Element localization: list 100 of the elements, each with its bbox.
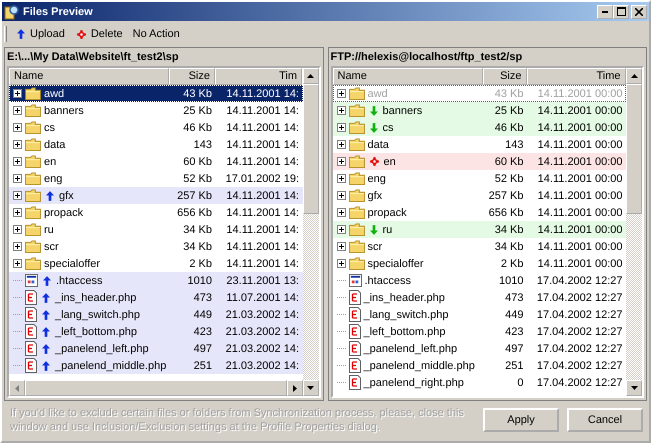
expand-icon[interactable]: [336, 208, 346, 217]
file-size: 46 Kb: [183, 122, 212, 134]
expand-icon[interactable]: [13, 89, 22, 98]
file-row[interactable]: _ins_header.php 473 17.04.2002 12:27: [332, 289, 626, 306]
toolbar-button[interactable]: No Action: [128, 26, 184, 42]
scroll-up-button[interactable]: [626, 68, 642, 84]
scroll-down-button[interactable]: [302, 380, 318, 396]
file-row[interactable]: awd 43 Kb 14.11.2001 14:: [9, 85, 302, 102]
file-row[interactable]: .htaccess 1010 23.11.2001 13:: [9, 272, 302, 289]
file-row[interactable]: scr 34 Kb 14.11.2001 00:00: [332, 238, 626, 255]
file-time: 17.04.2002 12:27: [536, 274, 622, 286]
expand-icon[interactable]: [336, 225, 346, 234]
file-row[interactable]: _panelend_left.php 497 21.03.2002 14:: [9, 340, 302, 357]
file-row[interactable]: _left_bottom.php 423 21.03.2002 14:: [9, 323, 302, 340]
expand-icon[interactable]: [336, 106, 346, 115]
file-row[interactable]: propack 656 Kb 14.11.2001 00:00: [332, 204, 626, 221]
expand-icon[interactable]: [13, 123, 22, 132]
file-size: 251: [194, 360, 212, 372]
scroll-thumb[interactable]: [302, 84, 318, 214]
file-row[interactable]: en 60 Kb 14.11.2001 00:00: [332, 153, 626, 170]
file-row[interactable]: cs 46 Kb 14.11.2001 14:: [9, 119, 302, 136]
column-header[interactable]: Time: [526, 68, 626, 85]
folder-icon: [25, 138, 41, 151]
file-row[interactable]: _panelend_left.php 497 17.04.2002 12:27: [332, 340, 626, 357]
file-name: _ins_header.php: [364, 292, 445, 304]
file-row[interactable]: _panelend_middle.php 251 21.03.2002 14:: [9, 357, 302, 374]
expand-icon[interactable]: [336, 259, 346, 268]
expand-icon[interactable]: [336, 140, 346, 149]
column-header[interactable]: Name: [332, 68, 482, 85]
file-name: _ins_header.php: [55, 292, 136, 304]
file-row[interactable]: data 143 14.11.2001 14:: [9, 136, 302, 153]
file-row[interactable]: data 143 14.11.2001 00:00: [332, 136, 626, 153]
expand-icon[interactable]: [13, 157, 22, 166]
expand-icon[interactable]: [336, 157, 346, 166]
file-row[interactable]: gfx 257 Kb 14.11.2001 00:00: [332, 187, 626, 204]
file-row[interactable]: eng 52 Kb 14.11.2001 00:00: [332, 170, 626, 187]
file-row[interactable]: specialoffer 2 Kb 14.11.2001 00:00: [332, 255, 626, 272]
file-row[interactable]: _lang_switch.php 449 17.04.2002 12:27: [332, 306, 626, 323]
file-row[interactable]: ru 34 Kb 14.11.2001 14:: [9, 221, 302, 238]
scroll-down-button[interactable]: [626, 380, 642, 396]
expand-icon[interactable]: [13, 140, 22, 149]
expand-icon[interactable]: [336, 174, 346, 183]
file-size: 656 Kb: [177, 206, 212, 218]
file-row[interactable]: en 60 Kb 14.11.2001 14:: [9, 153, 302, 170]
php-file-icon: [25, 341, 37, 356]
folder-icon: [25, 257, 41, 270]
file-size: 143: [505, 138, 524, 150]
file-row[interactable]: ru 34 Kb 14.11.2001 00:00: [332, 221, 626, 238]
expand-icon[interactable]: [13, 242, 22, 251]
file-row[interactable]: banners 25 Kb 14.11.2001 00:00: [332, 102, 626, 119]
folder-icon: [348, 121, 364, 134]
file-row[interactable]: .htaccess 1010 17.04.2002 12:27: [332, 272, 626, 289]
expand-icon[interactable]: [336, 191, 346, 200]
file-row[interactable]: banners 25 Kb 14.11.2001 14:: [9, 102, 302, 119]
file-row[interactable]: _lang_switch.php 449 21.03.2002 14:: [9, 306, 302, 323]
expand-icon[interactable]: [336, 123, 346, 132]
file-row[interactable]: _left_bottom.php 423 17.04.2002 12:27: [332, 323, 626, 340]
scroll-right-button[interactable]: [286, 380, 302, 396]
column-header[interactable]: Name: [9, 68, 169, 85]
file-row[interactable]: _panelend_right.php 0 17.04.2002 12:27: [332, 374, 626, 391]
file-row[interactable]: _ins_header.php 473 11.07.2001 14:: [9, 289, 302, 306]
file-size: 25 Kb: [183, 104, 212, 116]
column-header[interactable]: Tim: [215, 68, 302, 85]
toolbar-button[interactable]: Upload: [11, 26, 69, 42]
php-file-icon: [25, 324, 37, 339]
file-row[interactable]: eng 52 Kb 17.01.2002 19:: [9, 170, 302, 187]
file-row[interactable]: _panelend_middle.php 251 17.04.2002 12:27: [332, 357, 626, 374]
folder-icon: [25, 223, 41, 236]
close-button[interactable]: [631, 4, 647, 18]
file-time: 21.03.2002 14:: [226, 342, 299, 354]
expand-icon[interactable]: [13, 208, 22, 217]
file-row[interactable]: gfx 257 Kb 14.11.2001 14:: [9, 187, 302, 204]
folder-icon: [348, 138, 364, 151]
scroll-left-button[interactable]: [9, 380, 25, 396]
column-header[interactable]: Size: [482, 68, 526, 85]
expand-icon[interactable]: [13, 191, 22, 200]
scroll-up-button[interactable]: [302, 68, 318, 84]
expand-icon[interactable]: [13, 225, 22, 234]
file-row[interactable]: specialoffer 2 Kb 14.11.2001 14:: [9, 255, 302, 272]
expand-icon[interactable]: [13, 259, 22, 268]
minimize-button[interactable]: [597, 4, 613, 18]
file-row[interactable]: propack 656 Kb 14.11.2001 14:: [9, 204, 302, 221]
expand-icon[interactable]: [336, 242, 346, 251]
toolbar-button[interactable]: Delete: [70, 26, 127, 42]
file-time: 14.11.2001 14:: [226, 88, 299, 100]
file-time: 17.04.2002 12:27: [536, 360, 622, 372]
scroll-thumb[interactable]: [626, 84, 642, 214]
maximize-button[interactable]: [613, 4, 629, 18]
file-row[interactable]: cs 46 Kb 14.11.2001 00:00: [332, 119, 626, 136]
folder-icon: [25, 206, 41, 219]
file-name: propack: [368, 206, 407, 218]
dialog-button[interactable]: Cancel: [567, 408, 643, 432]
expand-icon[interactable]: [13, 106, 22, 115]
folder-icon: [348, 172, 364, 185]
column-header[interactable]: Size: [169, 68, 215, 85]
dialog-button[interactable]: Apply: [483, 408, 559, 432]
expand-icon[interactable]: [13, 174, 22, 183]
file-row[interactable]: scr 34 Kb 14.11.2001 14:: [9, 238, 302, 255]
file-time: 14.11.2001 00:00: [538, 156, 622, 168]
folder-icon: [348, 87, 364, 100]
